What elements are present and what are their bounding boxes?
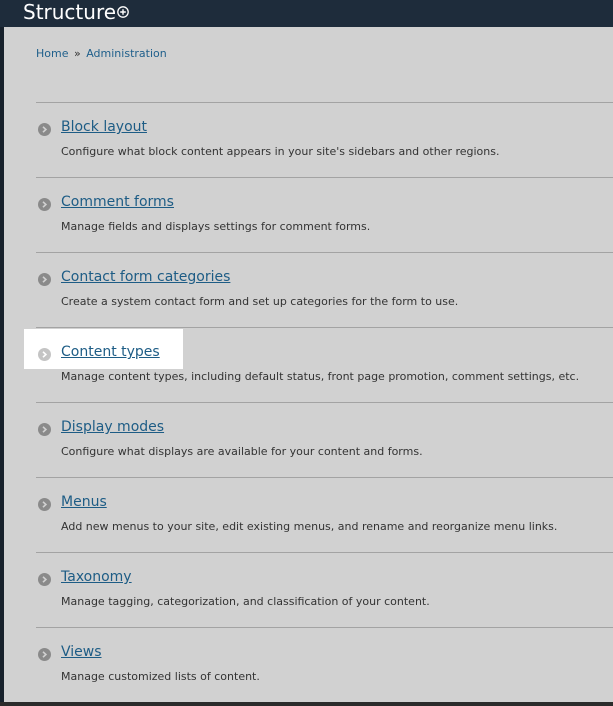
comment-forms-link[interactable]: Comment forms (61, 194, 174, 210)
chevron-right-circle-icon (38, 273, 51, 286)
chevron-right-circle-icon (38, 423, 51, 436)
breadcrumb-separator: » (73, 47, 81, 60)
chevron-right-circle-icon (38, 348, 51, 361)
display-modes-description: Configure what displays are available fo… (61, 445, 423, 458)
list-item-views: Views Manage customized lists of content… (36, 627, 613, 702)
content-panel: Home » Administration Block layout Confi… (4, 27, 613, 702)
list-item-content-types: Content types Manage content types, incl… (24, 327, 613, 402)
list-item-block-layout: Block layout Configure what block conten… (36, 102, 613, 177)
list-item-menus: Menus Add new menus to your site, edit e… (36, 477, 613, 552)
breadcrumb: Home » Administration (36, 47, 167, 60)
chevron-right-circle-icon (38, 198, 51, 211)
comment-forms-description: Manage fields and displays settings for … (61, 220, 371, 233)
top-bar: Structure (0, 0, 613, 27)
admin-list: Block layout Configure what block conten… (24, 102, 613, 702)
block-layout-description: Configure what block content appears in … (61, 145, 500, 158)
breadcrumb-home-link[interactable]: Home (36, 47, 68, 60)
chevron-right-circle-icon (38, 123, 51, 136)
content-types-link[interactable]: Content types (61, 344, 160, 360)
page-title: Structure (23, 0, 117, 24)
chevron-right-circle-icon (38, 573, 51, 586)
views-description: Manage customized lists of content. (61, 670, 260, 683)
chevron-right-circle-icon (38, 498, 51, 511)
chevron-right-circle-icon (38, 648, 51, 661)
breadcrumb-administration-link[interactable]: Administration (86, 47, 167, 60)
taxonomy-link[interactable]: Taxonomy (61, 569, 132, 585)
contact-form-categories-description: Create a system contact form and set up … (61, 295, 459, 308)
list-item-comment-forms: Comment forms Manage fields and displays… (36, 177, 613, 252)
menus-link[interactable]: Menus (61, 494, 107, 510)
list-item-display-modes: Display modes Configure what displays ar… (36, 402, 613, 477)
menus-description: Add new menus to your site, edit existin… (61, 520, 558, 533)
list-item-contact-form-categories: Contact form categories Create a system … (36, 252, 613, 327)
add-shortcut-icon[interactable] (117, 6, 129, 18)
contact-form-categories-link[interactable]: Contact form categories (61, 269, 230, 285)
bottom-edge (0, 702, 613, 706)
taxonomy-description: Manage tagging, categorization, and clas… (61, 595, 430, 608)
display-modes-link[interactable]: Display modes (61, 419, 164, 435)
block-layout-link[interactable]: Block layout (61, 119, 147, 135)
views-link[interactable]: Views (61, 644, 102, 660)
content-types-description: Manage content types, including default … (61, 370, 580, 383)
list-item-taxonomy: Taxonomy Manage tagging, categorization,… (36, 552, 613, 627)
